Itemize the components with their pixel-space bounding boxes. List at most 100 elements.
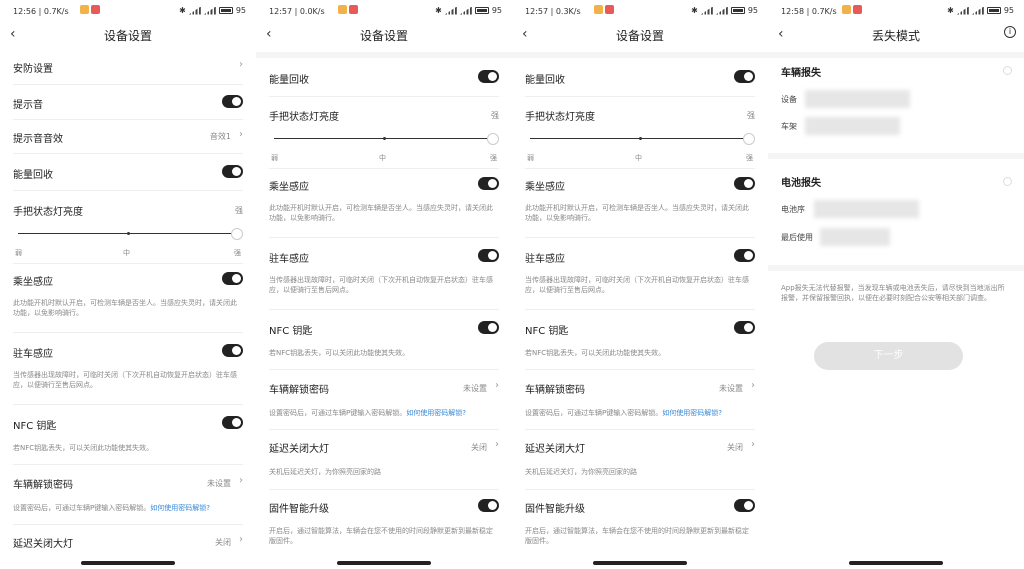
- signal-icon-2: [971, 6, 984, 15]
- brightness-value: 强: [491, 111, 499, 120]
- unlock-password-label: 车辆解锁密码: [13, 480, 73, 491]
- nfc-toggle[interactable]: [478, 321, 499, 334]
- seat-sensing-toggle[interactable]: [222, 272, 243, 285]
- unlock-password-row[interactable]: 车辆解锁密码 未设置 › 设置密码后，可通过车辆P键输入密码解锁。如何使用密码解…: [269, 378, 499, 422]
- delay-light-value: 关闭: [215, 538, 231, 547]
- brightness-slider[interactable]: 弱 中 强: [13, 226, 243, 257]
- delay-light-desc: 关机后延迟关灯，为你照亮回家的路: [525, 468, 637, 476]
- tone-row: 提示音: [13, 92, 243, 112]
- home-indicator[interactable]: [81, 561, 175, 565]
- unlock-password-desc: 设置密码后，可通过车辆P键输入密码解锁。如何使用密码解锁?: [13, 504, 210, 512]
- chevron-right-icon: ›: [239, 129, 243, 140]
- battery-lost-option[interactable]: 电池报失: [781, 172, 1011, 192]
- energy-label: 能量回收: [269, 75, 309, 86]
- status-time: 12:57 | 0.0K/s: [269, 7, 325, 16]
- nfc-row: NFC 钥匙 若NFC钥匙丢失，可以关闭此功能使其失效。: [525, 318, 755, 362]
- notice-row: App报失无法代替报警，当发现车辆或电池丢失后，请尽快到当地派出所报警，并保留报…: [781, 283, 1011, 323]
- slider-knob[interactable]: [487, 133, 499, 145]
- vehicle-lost-option[interactable]: 车辆报失: [781, 62, 1011, 82]
- nfc-toggle[interactable]: [222, 416, 243, 429]
- battery-level: 95: [1003, 6, 1014, 15]
- seat-sensing-toggle[interactable]: [478, 177, 499, 190]
- home-indicator[interactable]: [849, 561, 943, 565]
- security-settings-label: 安防设置: [13, 64, 53, 75]
- nfc-toggle[interactable]: [734, 321, 755, 334]
- tone-effect-row[interactable]: 提示音音效 音效1 ›: [13, 126, 243, 146]
- seat-sensing-label: 乘坐感应: [525, 182, 565, 193]
- battery-icon: [730, 7, 745, 14]
- unlock-password-row[interactable]: 车辆解锁密码 未设置 › 设置密码后，可通过车辆P键输入密码解锁。如何使用密码解…: [13, 473, 243, 517]
- park-sensing-toggle[interactable]: [222, 344, 243, 357]
- seat-sensing-toggle[interactable]: [734, 177, 755, 190]
- battery-icon: [218, 7, 233, 14]
- slider-mid: 中: [635, 154, 642, 162]
- delay-light-label: 延迟关闭大灯: [269, 444, 329, 455]
- home-indicator[interactable]: [593, 561, 687, 565]
- signal-icon: [956, 6, 969, 15]
- delay-light-row[interactable]: 延迟关闭大灯 关闭 ›: [13, 532, 243, 552]
- battery-lost-label: 电池报失: [781, 178, 821, 189]
- unlock-help-link[interactable]: 如何使用密码解锁?: [662, 409, 722, 417]
- bluetooth-icon: ✱: [179, 6, 186, 15]
- brightness-slider[interactable]: 弱 中 强: [525, 131, 755, 162]
- park-sensing-desc: 当传感器出现故障时，可临时关闭（下次开机自动恢复开启状态）驻车感应，以便骑行至售…: [525, 276, 749, 294]
- energy-toggle[interactable]: [734, 70, 755, 83]
- park-sensing-toggle[interactable]: [478, 249, 499, 262]
- vehicle-lost-label: 车辆报失: [781, 68, 821, 79]
- page-title: 设备设置: [103, 29, 152, 43]
- seat-sensing-label: 乘坐感应: [269, 182, 309, 193]
- info-icon[interactable]: i: [1004, 26, 1016, 38]
- nfc-row: NFC 钥匙 若NFC钥匙丢失，可以关闭此功能使其失效。: [269, 318, 499, 362]
- park-sensing-desc: 当传感器出现故障时，可临时关闭（下次开机自动恢复开启状态）驻车感应，以便骑行至售…: [13, 371, 237, 389]
- energy-toggle[interactable]: [478, 70, 499, 83]
- tone-toggle[interactable]: [222, 95, 243, 108]
- firmware-toggle[interactable]: [734, 499, 755, 512]
- slider-mid: 中: [379, 154, 386, 162]
- page-title: 丢失模式: [871, 29, 920, 43]
- unlock-help-link[interactable]: 如何使用密码解锁?: [150, 504, 210, 512]
- chevron-right-icon: ›: [751, 380, 755, 391]
- vehicle-lost-radio[interactable]: [1003, 66, 1012, 75]
- unlock-password-desc: 设置密码后，可通过车辆P键输入密码解锁。如何使用密码解锁?: [525, 409, 722, 417]
- energy-toggle[interactable]: [222, 165, 243, 178]
- chevron-right-icon: ›: [495, 380, 499, 391]
- delay-light-row[interactable]: 延迟关闭大灯 关闭 › 关机后延迟关灯，为你照亮回家的路: [525, 437, 755, 481]
- battery-icon: [474, 7, 489, 14]
- home-indicator[interactable]: [337, 561, 431, 565]
- firmware-row: 固件智能升级 开启后，通过智能算法，车辆会在您不使用的时间段静默更新到最新稳定版…: [269, 497, 499, 549]
- delay-light-label: 延迟关闭大灯: [525, 444, 585, 455]
- unlock-password-desc: 设置密码后，可通过车辆P键输入密码解锁。如何使用密码解锁?: [269, 409, 466, 417]
- signal-icon-2: [203, 6, 216, 15]
- battery-level: 95: [491, 6, 502, 15]
- brightness-row: 手把状态灯亮度 强 弱 中 强: [269, 104, 499, 164]
- energy-row: 能量回收: [13, 162, 243, 182]
- notice-text: App报失无法代替报警，当发现车辆或电池丢失后，请尽快到当地派出所报警，并保留报…: [781, 284, 1005, 302]
- next-step-button[interactable]: 下一步: [814, 342, 963, 370]
- park-sensing-row: 驻车感应 当传感器出现故障时，可临时关闭（下次开机自动恢复开启状态）驻车感应，以…: [269, 246, 499, 298]
- nav-bar: ‹ 设备设置: [512, 24, 768, 44]
- battery-sn-label: 电池序: [781, 205, 805, 214]
- delay-light-row[interactable]: 延迟关闭大灯 关闭 › 关机后延迟关灯，为你照亮回家的路: [269, 437, 499, 481]
- security-settings-row[interactable]: 安防设置 ›: [13, 56, 243, 76]
- unlock-password-value: 未设置: [463, 384, 487, 393]
- slider-knob[interactable]: [231, 228, 243, 240]
- screen-device-settings-2: 12:57 | 0.0K/s ✱ 95 ‹ 设备设置 能量回收 手把状态灯亮度 …: [256, 0, 512, 569]
- status-right: ✱ 95: [179, 6, 246, 15]
- park-sensing-toggle[interactable]: [734, 249, 755, 262]
- seat-sensing-desc: 此功能开机时默认开启，可检测车辆是否坐人。当感应失灵时，请关闭此功能，以免影响骑…: [13, 299, 237, 317]
- brightness-label: 手把状态灯亮度: [525, 112, 595, 123]
- chevron-right-icon: ›: [239, 475, 243, 486]
- brightness-value: 强: [747, 111, 755, 120]
- status-right: ✱ 95: [947, 6, 1014, 15]
- battery-lost-radio[interactable]: [1003, 177, 1012, 186]
- nfc-label: NFC 钥匙: [525, 326, 569, 337]
- slider-weak: 弱: [527, 154, 534, 162]
- unlock-password-row[interactable]: 车辆解锁密码 未设置 › 设置密码后，可通过车辆P键输入密码解锁。如何使用密码解…: [525, 378, 755, 422]
- status-bar: 12:56 | 0.7K/s ✱ 95: [0, 0, 256, 22]
- firmware-toggle[interactable]: [478, 499, 499, 512]
- brightness-slider[interactable]: 弱 中 强: [269, 131, 499, 162]
- unlock-help-link[interactable]: 如何使用密码解锁?: [406, 409, 466, 417]
- brightness-label: 手把状态灯亮度: [269, 112, 339, 123]
- frame-label: 车架: [781, 122, 797, 131]
- slider-knob[interactable]: [743, 133, 755, 145]
